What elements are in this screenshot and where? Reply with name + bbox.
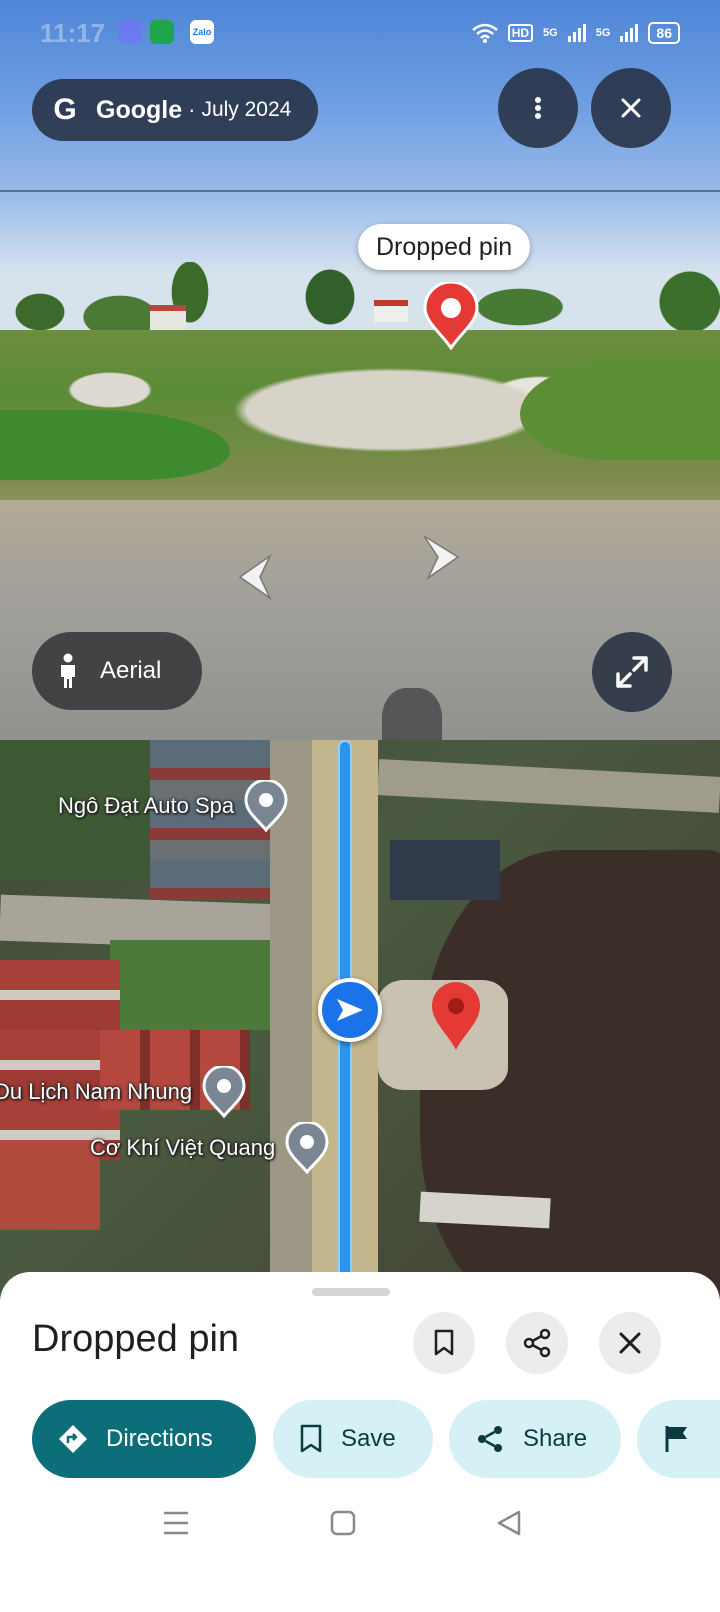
person-icon [61,653,75,688]
attribution-separator: · [188,97,196,122]
poi-marker[interactable]: Ngô Đạt Auto Spa [58,780,288,832]
google-g-icon: G [53,93,77,126]
poi-pin-icon [202,1066,246,1118]
chevron-right-icon[interactable] [418,532,464,582]
power-line [0,190,720,192]
app-icon [118,20,142,44]
poi-marker[interactable]: Du Lịch Nam Nhung [0,1066,246,1118]
poi-label: Du Lịch Nam Nhung [0,1079,193,1104]
battery-indicator: 86 [648,22,680,44]
wifi-icon [471,23,498,43]
house [150,305,186,333]
system-navigation-bar [0,1500,720,1560]
recent-apps-icon[interactable] [162,1510,190,1536]
save-icon-button[interactable] [413,1312,475,1374]
directions-button[interactable]: Directions [32,1400,256,1478]
close-icon [619,1332,641,1354]
aerial-label: Aerial [100,657,162,684]
save-label: Save [341,1425,396,1452]
navigation-arrow-glyph [337,999,363,1021]
signal-icon [620,24,639,42]
signal-icon [567,24,586,42]
map-buildings [390,840,500,900]
poi-pin-icon [244,780,288,832]
house [374,300,408,322]
share-icon [523,1328,551,1358]
action-chips-row[interactable]: Directions Save Share [0,1400,720,1480]
close-street-view-button[interactable] [591,68,671,148]
share-button[interactable]: Share [449,1400,621,1478]
imagery-date: July 2024 [201,98,292,121]
share-icon-button[interactable] [506,1312,568,1374]
road [0,500,720,762]
hd-badge: HD [507,24,534,42]
more-options-button[interactable] [498,68,578,148]
report-button[interactable] [637,1400,720,1478]
map-road [377,759,720,813]
red-pin-icon[interactable] [422,282,480,350]
place-bottom-sheet[interactable]: Dropped pin Directions Save Share [0,1272,720,1612]
poi-label: Ngô Đạt Auto Spa [58,793,235,818]
attribution-brand: Google [96,95,183,124]
poi-label: Cơ Khí Việt Quang [90,1135,276,1160]
poi-marker[interactable]: Cơ Khí Việt Quang [90,1122,329,1174]
poi-pin-icon [285,1122,329,1174]
imagery-attribution-chip[interactable]: G Google · July 2024 [32,79,318,141]
aerial-button[interactable]: Aerial [32,632,202,710]
map-buildings [0,1140,100,1230]
share-label: Share [523,1425,588,1452]
status-indicators: HD 5G 5G 86 [471,22,680,44]
navigation-arrow-icon[interactable] [318,978,382,1042]
flag-icon [665,1426,687,1452]
sheet-drag-handle[interactable] [312,1288,390,1296]
dropped-pin-marker-icon[interactable] [430,980,482,1052]
directions-label: Directions [106,1425,213,1452]
more-vertical-icon [535,97,541,119]
status-bar: 11:17 Zalo HD 5G 5G 86 [0,14,720,54]
directions-icon [59,1425,87,1453]
dropped-pin-label: Dropped pin [358,224,531,270]
expand-icon [616,656,648,688]
app-icon [150,20,174,44]
map-terrain [110,940,270,1030]
place-title: Dropped pin [32,1318,240,1360]
save-button[interactable]: Save [273,1400,433,1478]
back-icon[interactable] [496,1510,522,1536]
share-icon [478,1426,502,1452]
expand-button[interactable] [592,632,672,712]
close-icon [621,98,641,118]
network-5g: 5G [595,27,611,39]
bookmark-icon [300,1424,322,1453]
network-5g: 5G [543,27,558,39]
zalo-icon: Zalo [190,20,214,44]
home-icon[interactable] [330,1510,356,1536]
chevron-left-icon[interactable] [230,552,276,602]
street-view-panel[interactable]: 11:17 Zalo HD 5G 5G 86 G Google · July 2… [0,0,720,762]
status-time: 11:17 [40,18,106,48]
close-sheet-button[interactable] [599,1312,661,1374]
bookmark-icon [434,1329,454,1356]
